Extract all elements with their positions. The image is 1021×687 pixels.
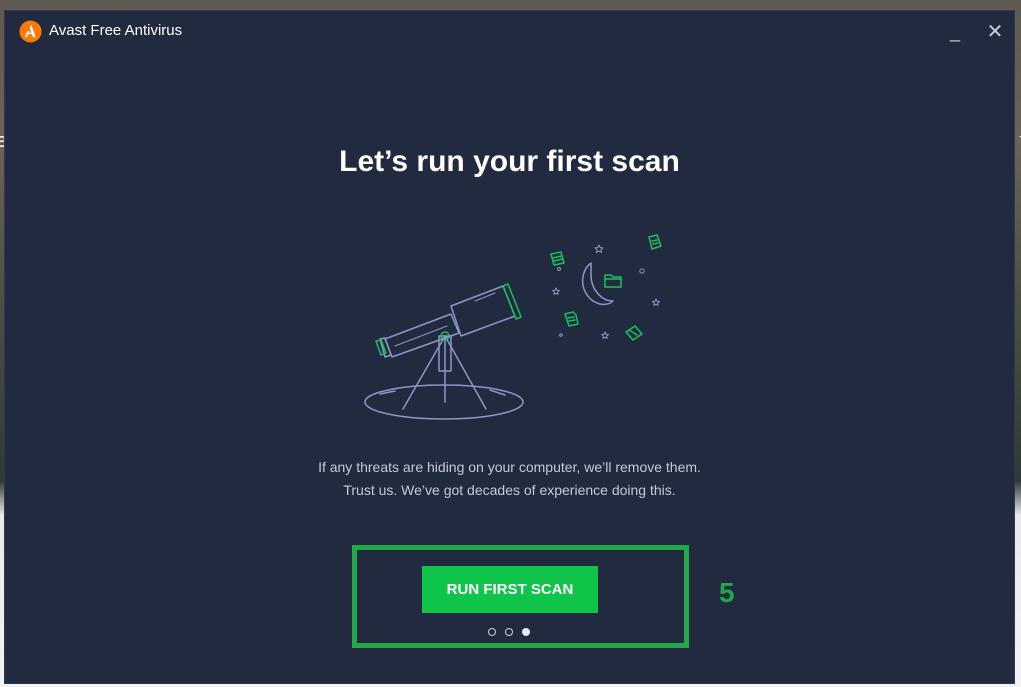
page-title: Let’s run your first scan: [339, 145, 680, 178]
pager-dot-3-active[interactable]: [522, 628, 530, 636]
minimize-icon[interactable]: _: [940, 19, 970, 45]
avast-logo-icon: [19, 20, 42, 43]
run-first-scan-button[interactable]: RUN FIRST SCAN: [422, 566, 598, 613]
avast-window: Avast Free Antivirus _ ✕ Let’s run your …: [4, 10, 1015, 684]
description-line-2: Trust us. We’ve got decades of experienc…: [343, 482, 676, 498]
window-title: Avast Free Antivirus: [49, 22, 183, 39]
pager-dot-2[interactable]: [505, 628, 513, 636]
onboarding-pager: [488, 628, 530, 636]
telescope-illustration: [364, 234, 662, 420]
close-icon[interactable]: ✕: [980, 19, 1010, 45]
annotation-step-number: 5: [719, 577, 735, 608]
description-line-1: If any threats are hiding on your comput…: [318, 459, 701, 475]
pager-dot-1[interactable]: [488, 628, 496, 636]
title-bar[interactable]: Avast Free Antivirus _ ✕: [5, 11, 1014, 53]
